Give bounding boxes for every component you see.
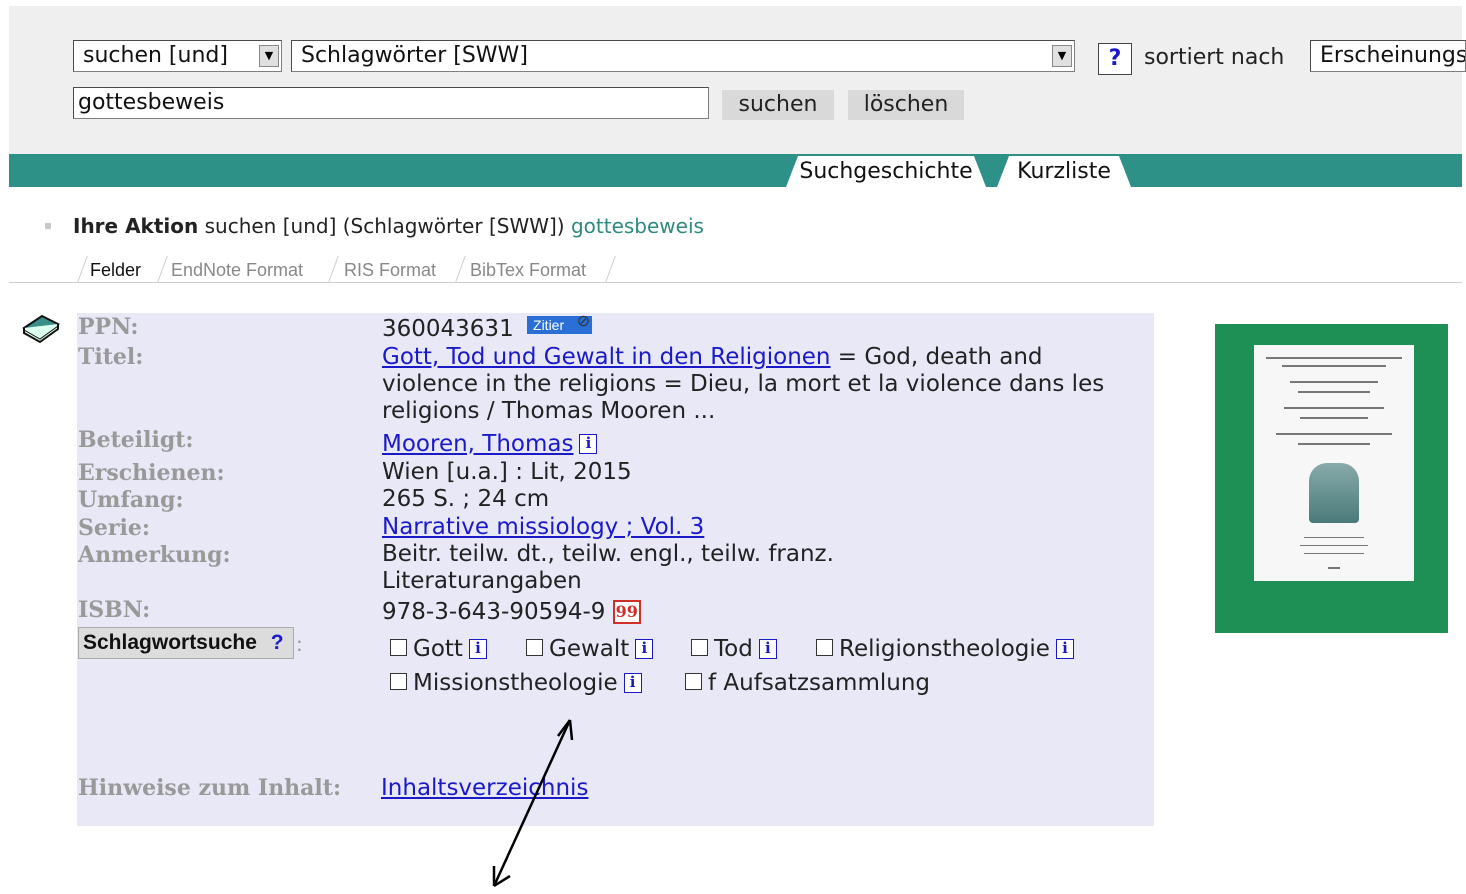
- keyword-aufsatzsammlung: f Aufsatzsammlung: [685, 669, 930, 697]
- search-panel: [9, 6, 1462, 154]
- keyword-label: Religionstheologie: [839, 636, 1050, 662]
- action-term[interactable]: gottesbeweis: [571, 214, 704, 238]
- title-rest: = God, death and: [830, 344, 1043, 370]
- clear-button[interactable]: löschen: [848, 90, 964, 120]
- author-value: Mooren, Thomas i: [382, 431, 598, 458]
- keyword-gewalt: Gewalt i: [526, 635, 654, 663]
- keyword-gott: Gott i: [390, 635, 487, 663]
- keyword-religionstheologie: Religionstheologie i: [816, 635, 1074, 663]
- keyword-checkbox[interactable]: [526, 639, 543, 656]
- author-link[interactable]: Mooren, Thomas: [382, 431, 573, 457]
- tab-bibtex[interactable]: BibTex Format: [470, 259, 586, 281]
- tab-kurzliste[interactable]: Kurzliste: [997, 156, 1131, 187]
- keyword-checkbox[interactable]: [816, 639, 833, 656]
- sort-label: sortiert nach: [1144, 45, 1285, 70]
- info-icon[interactable]: i: [579, 434, 598, 454]
- keyword-label: Tod: [714, 636, 753, 662]
- tab-ris[interactable]: RIS Format: [344, 259, 436, 281]
- divider: [9, 282, 1462, 283]
- keyword-tod: Tod i: [691, 635, 777, 663]
- info-icon[interactable]: i: [468, 639, 487, 659]
- keyword-label: Missionstheologie: [413, 670, 618, 696]
- series-value: Narrative missiology ; Vol. 3: [382, 514, 704, 541]
- label-erschienen: Erschienen:: [78, 460, 225, 486]
- zitier-button[interactable]: Zitier ⊘: [527, 313, 593, 334]
- tab-suchgeschichte[interactable]: Suchgeschichte: [786, 156, 986, 187]
- isbn-number: 978-3-643-90594-9: [382, 599, 606, 625]
- title-line-1: Gott, Tod und Gewalt in den Religionen =…: [382, 344, 1043, 371]
- tab-separator: [328, 256, 339, 282]
- chevron-down-icon[interactable]: ▼: [1052, 45, 1072, 67]
- keyword-checkbox[interactable]: [390, 673, 407, 690]
- tab-kurzliste-label: Kurzliste: [1017, 159, 1111, 184]
- title-link[interactable]: Gott, Tod und Gewalt in den Religionen: [382, 344, 831, 370]
- ppn-value: 360043631 Zitier ⊘: [382, 313, 593, 343]
- chevron-down-icon[interactable]: ▼: [259, 45, 279, 67]
- operator-select[interactable]: suchen [und] ▼: [73, 40, 282, 72]
- search-input[interactable]: gottesbeweis: [73, 87, 709, 119]
- label-serie: Serie:: [78, 515, 150, 541]
- bullet-icon: [45, 223, 51, 229]
- keyword-checkbox[interactable]: [685, 673, 702, 690]
- field-select-value: Schlagwörter [SWW]: [301, 43, 528, 68]
- help-icon[interactable]: ?: [1098, 43, 1132, 75]
- published-value: Wien [u.a.] : Lit, 2015: [382, 459, 632, 485]
- isbn-value: 978-3-643-90594-9 99: [382, 599, 641, 626]
- tab-separator: [157, 256, 168, 282]
- colon: :: [296, 632, 303, 656]
- keyword-missionstheologie: Missionstheologie i: [390, 669, 642, 697]
- search-input-value: gottesbeweis: [78, 90, 225, 115]
- action-text: suchen [und] (Schlagwörter [SWW]): [204, 214, 565, 238]
- keyword-label: Gewalt: [549, 636, 630, 662]
- extent-value: 265 S. ; 24 cm: [382, 486, 550, 512]
- field-select[interactable]: Schlagwörter [SWW] ▼: [291, 40, 1075, 72]
- series-link[interactable]: Narrative missiology ; Vol. 3: [382, 514, 704, 540]
- tab-separator: [455, 256, 466, 282]
- title-line-2: violence in the religions = Dieu, la mor…: [382, 371, 1105, 397]
- sort-select-value: Erscheinungsj: [1320, 43, 1466, 68]
- schlagwortsuche-label: Schlagwortsuche: [83, 631, 257, 654]
- keyword-checkbox[interactable]: [691, 639, 708, 656]
- label-umfang: Umfang:: [78, 487, 184, 513]
- note-line-1: Beitr. teilw. dt., teilw. engl., teilw. …: [382, 541, 834, 567]
- book-cover-page: [1254, 345, 1414, 581]
- nav-bar: [9, 154, 1462, 187]
- tab-suchgeschichte-label: Suchgeschichte: [799, 159, 973, 184]
- action-label: Ihre Aktion: [73, 214, 199, 238]
- label-isbn: ISBN:: [78, 597, 151, 623]
- title-line-3: religions / Thomas Mooren ...: [382, 398, 716, 424]
- annotation-arrow: [492, 719, 574, 888]
- operator-select-value: suchen [und]: [83, 43, 228, 68]
- search-button[interactable]: suchen: [722, 90, 834, 120]
- note-line-2: Literaturangaben: [382, 568, 582, 594]
- tab-endnote[interactable]: EndNote Format: [171, 259, 303, 281]
- book-icon: [22, 310, 60, 344]
- info-icon[interactable]: i: [623, 673, 642, 693]
- label-titel: Titel:: [78, 344, 144, 370]
- info-icon[interactable]: i: [758, 639, 777, 659]
- quote-icon[interactable]: 99: [612, 600, 641, 624]
- info-icon[interactable]: i: [1055, 639, 1074, 659]
- action-line: Ihre Aktion suchen [und] (Schlagwörter […: [45, 214, 704, 238]
- sort-select[interactable]: Erscheinungsj: [1310, 40, 1466, 72]
- label-ppn: PPN:: [78, 314, 139, 340]
- info-icon[interactable]: i: [635, 639, 654, 659]
- zitier-label: Zitier: [533, 317, 565, 333]
- tab-felder[interactable]: Felder: [90, 259, 141, 281]
- label-beteiligt: Beteiligt:: [78, 427, 194, 453]
- tab-separator: [605, 256, 616, 282]
- eye-off-icon: ⊘: [576, 313, 591, 330]
- tab-separator: [77, 256, 88, 282]
- keyword-checkbox[interactable]: [390, 639, 407, 656]
- ppn-number: 360043631: [382, 316, 514, 342]
- schlagwortsuche-button[interactable]: Schlagwortsuche ?: [78, 627, 294, 659]
- help-icon[interactable]: ?: [271, 631, 284, 654]
- label-hinweise: Hinweise zum Inhalt:: [78, 775, 342, 801]
- label-anmerkung: Anmerkung:: [78, 542, 231, 568]
- keyword-label: f Aufsatzsammlung: [708, 670, 931, 696]
- keyword-label: Gott: [413, 636, 463, 662]
